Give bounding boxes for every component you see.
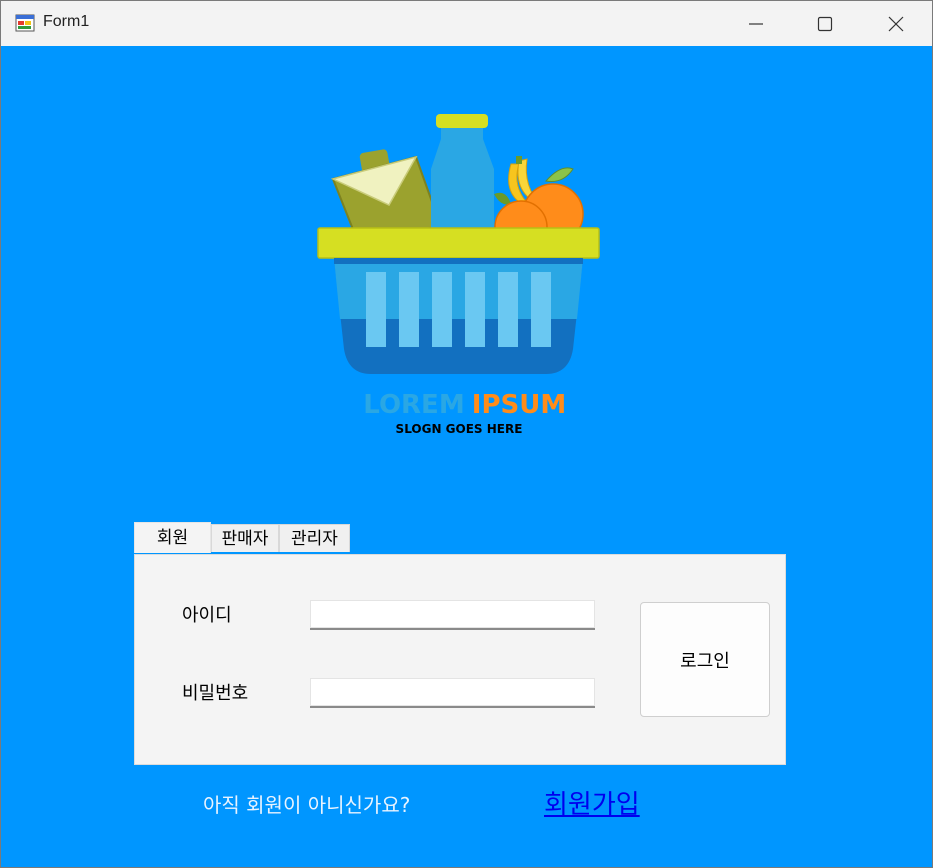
password-label: 비밀번호 <box>182 683 249 704</box>
form1-window: Form1 LOREM IPSUM SLOGN GOES HERE 회원 판매자… <box>0 0 933 868</box>
window-title: Form1 <box>43 13 90 30</box>
brand-word-2: IPSUM <box>472 390 566 420</box>
minimize-icon <box>749 22 763 25</box>
tab-admin[interactable]: 관리자 <box>279 524 350 552</box>
tab-member[interactable]: 회원 <box>134 522 211 553</box>
app-icon <box>15 14 35 32</box>
not-member-question: 아직 회원이 아니신가요? <box>203 793 411 817</box>
close-button[interactable] <box>867 1 925 46</box>
title-bar[interactable]: Form1 <box>1 1 932 46</box>
grocery-basket-logo: LOREM IPSUM SLOGN GOES HERE <box>317 114 600 436</box>
login-panel: 아이디 비밀번호 로그인 <box>134 554 786 765</box>
id-label: 아이디 <box>182 605 232 626</box>
maximize-button[interactable] <box>796 1 854 46</box>
maximize-icon <box>817 16 833 31</box>
close-icon <box>888 16 904 31</box>
tab-seller[interactable]: 판매자 <box>211 524 279 552</box>
password-input[interactable] <box>310 678 595 708</box>
brand-word-1: LOREM <box>363 390 464 420</box>
brand-slogan: SLOGN GOES HERE <box>396 422 523 436</box>
minimize-button[interactable] <box>727 1 785 46</box>
signup-link[interactable]: 회원가입 <box>544 784 640 821</box>
id-input[interactable] <box>310 600 595 630</box>
login-button[interactable]: 로그인 <box>640 602 770 717</box>
